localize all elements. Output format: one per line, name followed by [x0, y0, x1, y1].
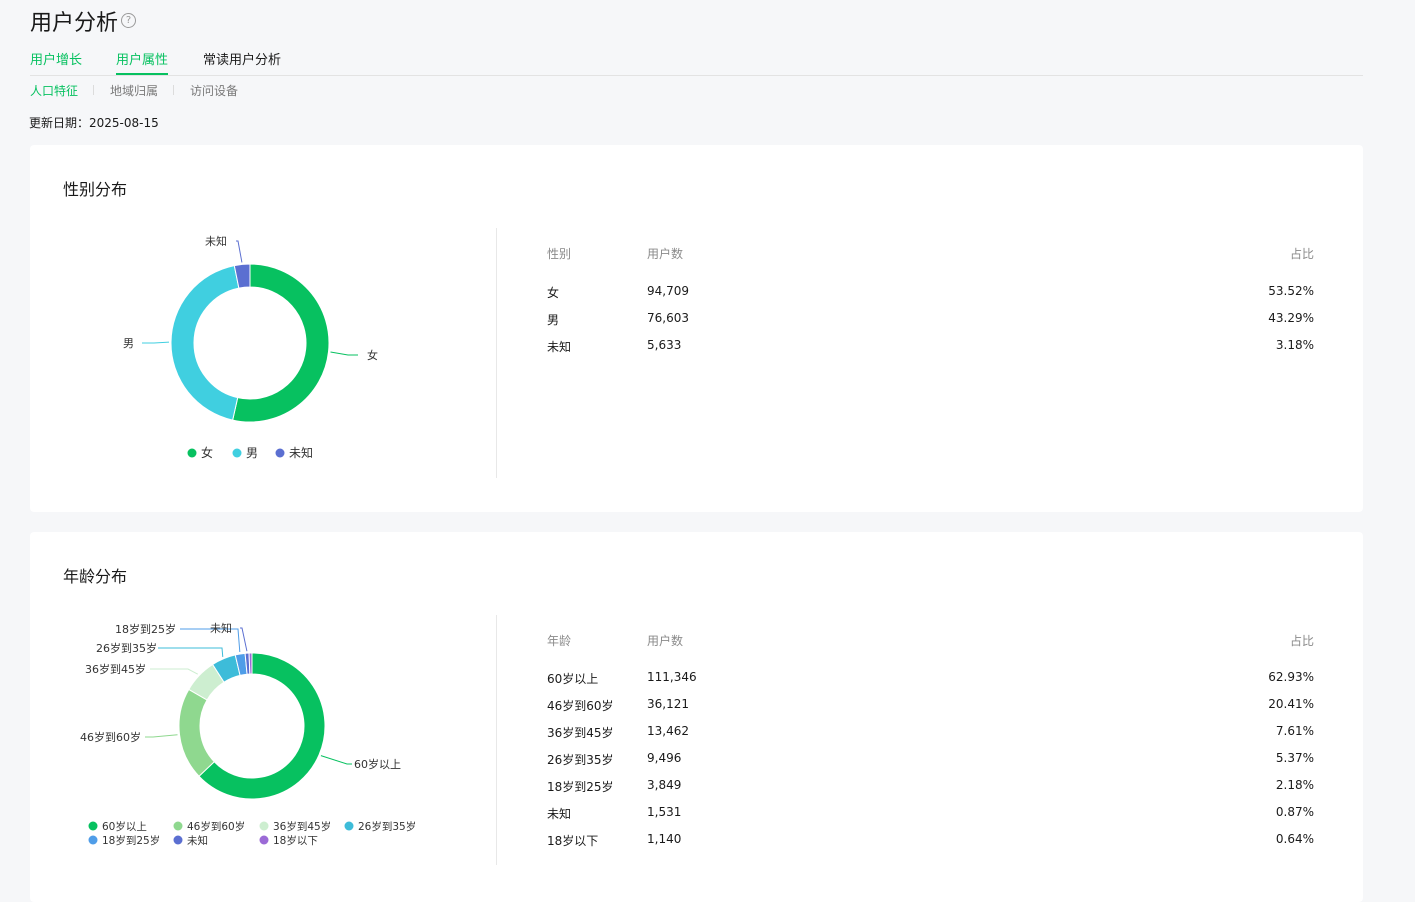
legend-swatch	[259, 835, 269, 845]
subtab-device[interactable]: 访问设备	[190, 82, 238, 99]
cell-ratio: 0.87%	[1275, 805, 1314, 819]
cell-users: 1,531	[647, 805, 682, 819]
cell-ratio: 2.18%	[1275, 778, 1314, 792]
col-header-users: 用户数	[647, 247, 684, 261]
cell-name: 18岁到25岁	[547, 780, 614, 794]
pie-slice-2[interactable]	[178, 688, 215, 777]
legend-swatch	[232, 448, 242, 458]
legend-item[interactable]: 男	[246, 446, 258, 460]
age-distribution-card: 年龄分布 60岁以上 46岁到60岁 36岁到45岁 26岁到35岁 18岁到25岁 未知…	[30, 532, 1363, 902]
cell-name: 未知	[547, 807, 572, 821]
legend-item[interactable]: 18岁以下	[273, 834, 318, 847]
slice-label: 未知	[210, 621, 232, 635]
cell-ratio: 0.64%	[1275, 832, 1314, 846]
legend-swatch	[259, 821, 269, 831]
legend-swatch	[173, 821, 183, 831]
legend-swatch	[88, 835, 98, 845]
slice-label: 男	[123, 337, 134, 350]
cell-users: 3,849	[647, 778, 682, 792]
tab-user-attributes[interactable]: 用户属性	[116, 52, 169, 75]
slice-label: 女	[367, 348, 378, 362]
pie-slice-2[interactable]	[170, 264, 240, 421]
legend-item[interactable]: 26岁到35岁	[358, 820, 416, 833]
legend-swatch	[187, 448, 197, 458]
cell-ratio: 5.37%	[1275, 751, 1314, 765]
gender-table: 性别 用户数 占比 女 94,709 53.52% 男 76,603 43.29% 未知 5,…	[547, 245, 1314, 365]
update-value: 2025-08-15	[89, 116, 159, 130]
age-table: 年龄 用户数 占比 60岁以上 111,346 62.93% 46岁到60岁 36,12…	[547, 632, 1314, 852]
cell-name: 女	[547, 286, 560, 300]
legend-item[interactable]: 60岁以上	[102, 820, 147, 833]
gender-distribution-card: 性别分布 女男未知女男未知 性别 用户数 占比 女 94,709 53.52% 男 76…	[30, 145, 1363, 512]
legend-swatch	[88, 821, 98, 831]
cell-users: 13,462	[647, 724, 689, 738]
label-leader-line	[236, 240, 243, 263]
legend-swatch	[173, 835, 183, 845]
cell-name: 36岁到45岁	[547, 726, 614, 740]
update-label: 更新日期：	[29, 116, 90, 130]
age-donut-chart: 60岁以上46岁到60岁36岁到45岁26岁到35岁18岁到25岁 未知60岁以上…	[80, 621, 416, 847]
col-header-age: 年龄	[547, 634, 572, 648]
slice-label: 26岁到35岁	[96, 641, 157, 655]
cell-ratio: 53.52%	[1268, 284, 1314, 298]
label-leader-line	[158, 647, 224, 657]
col-header-gender: 性别	[547, 247, 572, 261]
label-leader-line	[145, 734, 178, 738]
cell-users: 111,346	[647, 670, 697, 684]
update-date: 更新日期：2025-08-15	[29, 114, 159, 131]
cell-users: 76,603	[647, 311, 689, 325]
slice-label: 36岁到45岁	[85, 662, 146, 676]
legend-item[interactable]: 未知	[187, 834, 208, 847]
question-circle-icon[interactable]: ?	[121, 13, 136, 28]
cell-name: 60岁以上	[547, 672, 599, 686]
cell-name: 18岁以下	[547, 834, 599, 848]
slice-label: 18岁到25岁	[115, 622, 176, 636]
cell-users: 1,140	[647, 832, 682, 846]
legend-swatch	[344, 821, 354, 831]
cell-users: 9,496	[647, 751, 682, 765]
tab-frequent-reader-analysis[interactable]: 常读用户分析	[203, 52, 281, 69]
cell-users: 36,121	[647, 697, 689, 711]
cell-ratio: 62.93%	[1268, 670, 1314, 684]
subtab-region[interactable]: 地域归属	[110, 82, 158, 99]
gender-donut-chart: 女男未知女男未知	[123, 234, 378, 460]
subtab-divider	[173, 85, 174, 95]
legend-item[interactable]: 36岁到45岁	[273, 820, 331, 833]
legend-item[interactable]: 未知	[289, 446, 313, 460]
label-leader-line	[150, 668, 199, 675]
subtab-divider	[93, 85, 94, 95]
cell-users: 5,633	[647, 338, 682, 352]
cell-name: 男	[547, 313, 560, 327]
cell-ratio: 7.61%	[1275, 724, 1314, 738]
label-leader-line	[142, 341, 170, 344]
card-divider	[496, 228, 497, 478]
col-header-ratio: 占比	[1289, 247, 1314, 261]
pie-slice-1[interactable]	[232, 263, 330, 423]
main-tabs: 用户增长 用户属性 常读用户分析	[30, 52, 1363, 76]
slice-label: 未知	[205, 234, 227, 248]
cell-ratio: 3.18%	[1275, 338, 1314, 352]
cell-name: 26岁到35岁	[547, 753, 614, 767]
subtab-demographics[interactable]: 人口特征	[30, 82, 78, 99]
legend-item[interactable]: 46岁到60岁	[187, 820, 245, 833]
legend-item[interactable]: 女	[201, 445, 213, 460]
slice-label: 46岁到60岁	[80, 730, 141, 744]
cell-name: 未知	[547, 340, 572, 354]
legend-item[interactable]: 18岁到25岁	[102, 834, 160, 847]
cell-users: 94,709	[647, 284, 689, 298]
card-divider	[496, 615, 497, 865]
tab-user-growth[interactable]: 用户增长	[30, 52, 82, 69]
pie-slice-7[interactable]	[248, 652, 253, 675]
col-header-ratio: 占比	[1289, 634, 1314, 648]
cell-ratio: 20.41%	[1268, 697, 1314, 711]
label-leader-line	[320, 755, 352, 765]
page-title: 用户分析	[30, 11, 119, 36]
cell-ratio: 43.29%	[1268, 311, 1314, 325]
col-header-users: 用户数	[647, 634, 684, 648]
label-leader-line	[240, 627, 248, 652]
slice-label: 60岁以上	[354, 757, 401, 771]
cell-name: 46岁到60岁	[547, 699, 614, 713]
legend-swatch	[275, 448, 285, 458]
label-leader-line	[330, 351, 358, 356]
